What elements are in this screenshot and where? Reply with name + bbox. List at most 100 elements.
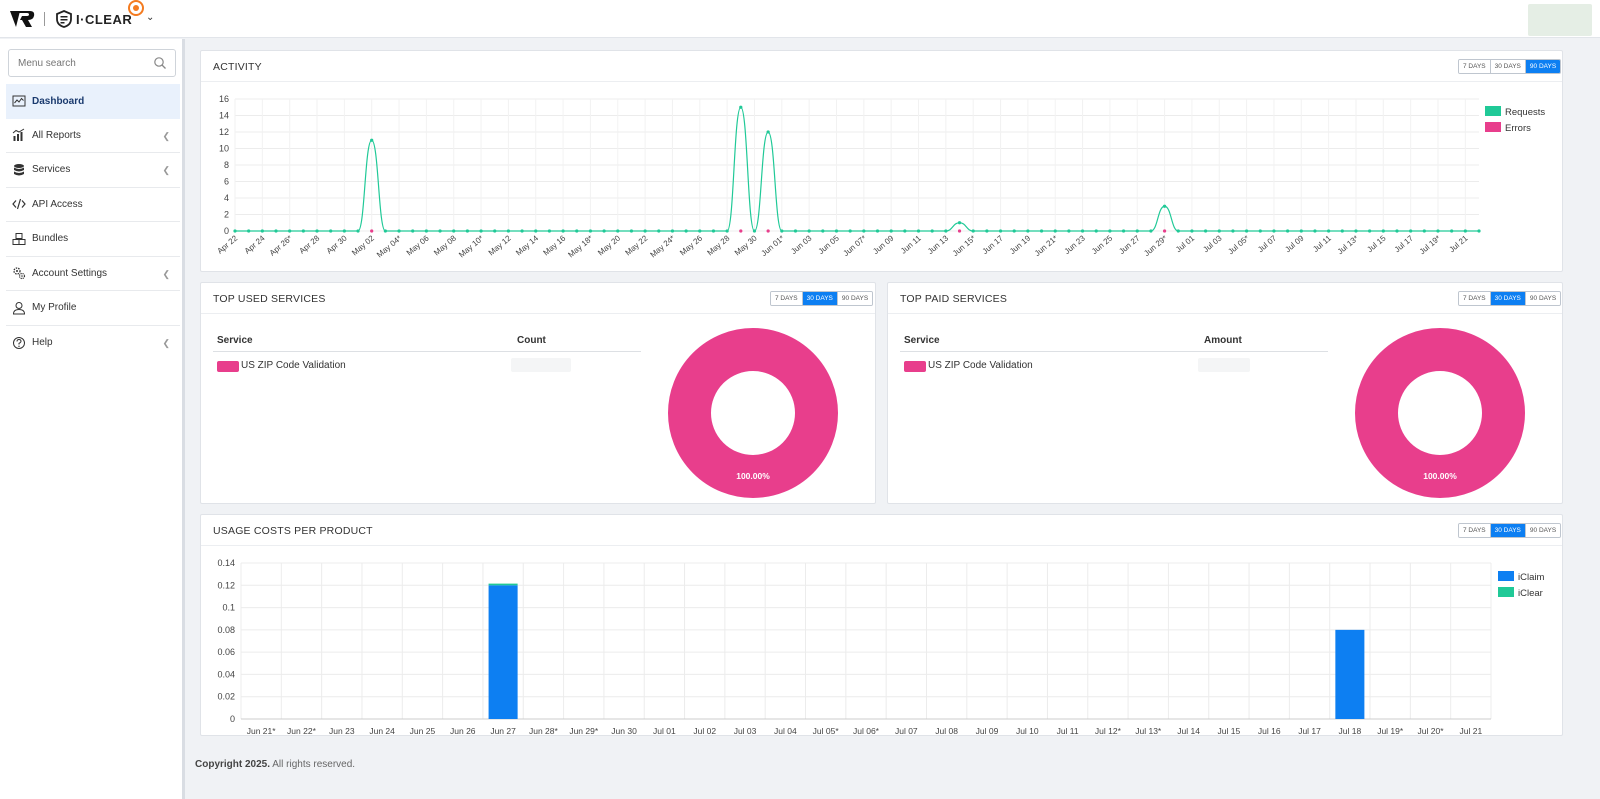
range-7-days-button[interactable]: 7 DAYS	[1459, 524, 1491, 537]
x-tick-label: Jul 07	[1256, 233, 1279, 254]
x-tick-label: Jul 11	[1311, 233, 1333, 254]
data-point-requests	[547, 229, 552, 233]
top-bar: I·CLEAR ⌄	[0, 0, 1600, 38]
data-point-requests	[438, 229, 442, 233]
sidebar-item-all-reports[interactable]: All Reports ❮	[6, 119, 180, 153]
data-point-requests	[1039, 229, 1044, 233]
data-point-requests	[465, 229, 469, 233]
sidebar-item-services[interactable]: Services ❮	[6, 153, 180, 188]
range-30-days-button[interactable]: 30 DAYS	[802, 292, 838, 305]
sidebar-item-dashboard[interactable]: Dashboard	[6, 84, 180, 119]
brand-name: I·CLEAR	[76, 11, 133, 27]
x-tick-label: Jul 13*	[1135, 726, 1162, 736]
range-30-days-button[interactable]: 30 DAYS	[1490, 60, 1526, 73]
range-7-days-button[interactable]: 7 DAYS	[1459, 60, 1491, 73]
range-7-days-button[interactable]: 7 DAYS	[1459, 292, 1491, 305]
data-point-requests	[411, 229, 415, 233]
usage-costs-chart: 0 0.02 0.04 0.06 0.08 0.1 0.12 0.14 Jun 21* Jun 2…	[217, 558, 1544, 736]
user-icon	[12, 301, 26, 315]
range-90-days-button[interactable]: 90 DAYS	[1525, 60, 1561, 73]
chevron-down-icon[interactable]: ⌄	[146, 12, 154, 23]
sidebar-item-account-settings[interactable]: Account Settings ❮	[6, 257, 180, 291]
data-point-requests	[1381, 229, 1385, 233]
x-tick-label: Jul 15	[1365, 233, 1388, 254]
data-point-requests	[452, 229, 456, 233]
data-point-requests	[889, 229, 893, 233]
x-tick-label: Jul 18	[1339, 726, 1362, 736]
x-tick-label: Jul 17	[1298, 726, 1321, 736]
data-point-requests	[629, 229, 634, 233]
data-point-requests	[1327, 229, 1331, 233]
menu-search-input[interactable]	[10, 51, 150, 75]
chevron-left-icon: ❮	[162, 165, 170, 175]
bar-iclaim	[488, 585, 518, 719]
data-point-requests	[1231, 229, 1235, 233]
dashboard-icon	[12, 95, 26, 107]
x-tick-label: Jun 15*	[951, 234, 978, 258]
legend-label: Requests	[1505, 107, 1545, 118]
data-point-requests	[1258, 229, 1262, 233]
legend-label: iClaim	[1518, 572, 1544, 583]
y-tick-label: 2	[224, 210, 229, 220]
sidebar-item-my-profile[interactable]: My Profile	[6, 291, 180, 326]
data-point-requests	[342, 229, 346, 233]
data-point-requests	[1422, 229, 1426, 233]
x-tick-label: May 26	[678, 233, 704, 257]
x-tick-label: Jul 01	[653, 726, 676, 736]
iclear-logo[interactable]: I·CLEAR	[56, 8, 132, 30]
range-30-days-button[interactable]: 30 DAYS	[1490, 524, 1526, 537]
y-tick-label: 0.06	[217, 647, 235, 657]
data-point-requests	[766, 130, 770, 134]
legend-swatch	[1485, 106, 1501, 116]
data-point-requests	[1245, 229, 1249, 233]
col-count-header: Count	[517, 335, 546, 346]
data-point-requests	[821, 229, 825, 233]
table-row[interactable]: US ZIP Code Validation	[900, 353, 1328, 377]
legend-swatch	[1485, 122, 1501, 132]
x-tick-label: Jul 13*	[1336, 234, 1361, 257]
range-7-days-button[interactable]: 7 DAYS	[771, 292, 803, 305]
top-used-table: Service Count US ZIP Code Validation	[213, 328, 641, 388]
x-tick-label: Jul 09	[976, 726, 999, 736]
notification-dot-icon	[128, 0, 144, 16]
data-point-requests	[1272, 229, 1276, 233]
amount-value-redacted	[1198, 358, 1250, 372]
x-tick-label: May 28	[706, 233, 732, 257]
data-point-requests	[561, 229, 565, 233]
data-point-requests	[725, 229, 729, 233]
sidebar-item-label: Account Settings	[32, 267, 108, 279]
x-tick-label: May 30	[733, 233, 759, 257]
range-90-days-button[interactable]: 90 DAYS	[837, 292, 873, 305]
data-point-errors	[1162, 229, 1167, 233]
sidebar-item-label: My Profile	[32, 302, 77, 314]
data-point-requests	[780, 229, 784, 233]
usage-costs-card: USAGE COSTS PER PRODUCT 7 DAYS 30 DAYS 9…	[200, 514, 1563, 736]
sidebar-item-api-access[interactable]: API Access	[6, 188, 180, 222]
range-30-days-button[interactable]: 30 DAYS	[1490, 292, 1526, 305]
data-point-requests	[1340, 229, 1344, 233]
table-row[interactable]: US ZIP Code Validation	[213, 353, 641, 377]
x-tick-label: Jul 20*	[1418, 726, 1445, 736]
card-title: TOP USED SERVICES	[213, 293, 326, 305]
help-icon	[13, 336, 25, 349]
range-90-days-button[interactable]: 90 DAYS	[1525, 524, 1561, 537]
x-tick-label: May 14	[514, 233, 540, 257]
pie-slice	[1355, 328, 1525, 498]
col-amount-header: Amount	[1204, 335, 1242, 346]
data-point-requests	[698, 229, 702, 233]
data-point-errors	[370, 229, 374, 233]
data-point-requests	[397, 229, 401, 233]
data-point-requests	[383, 229, 387, 233]
data-point-requests	[370, 138, 374, 142]
data-point-requests	[862, 229, 866, 233]
x-tick-label: Jun 22*	[287, 726, 317, 736]
x-tick-label: Jun 21*	[247, 726, 277, 736]
search-icon[interactable]	[153, 56, 167, 70]
avatar[interactable]	[1528, 4, 1592, 36]
sidebar-item-bundles[interactable]: Bundles	[6, 222, 180, 257]
sidebar-item-help[interactable]: Help ❮	[6, 326, 180, 361]
vr-logo-icon[interactable]	[8, 8, 36, 30]
x-tick-label: Jun 05	[817, 233, 842, 256]
range-90-days-button[interactable]: 90 DAYS	[1525, 292, 1561, 305]
x-tick-label: May 16	[541, 233, 567, 257]
